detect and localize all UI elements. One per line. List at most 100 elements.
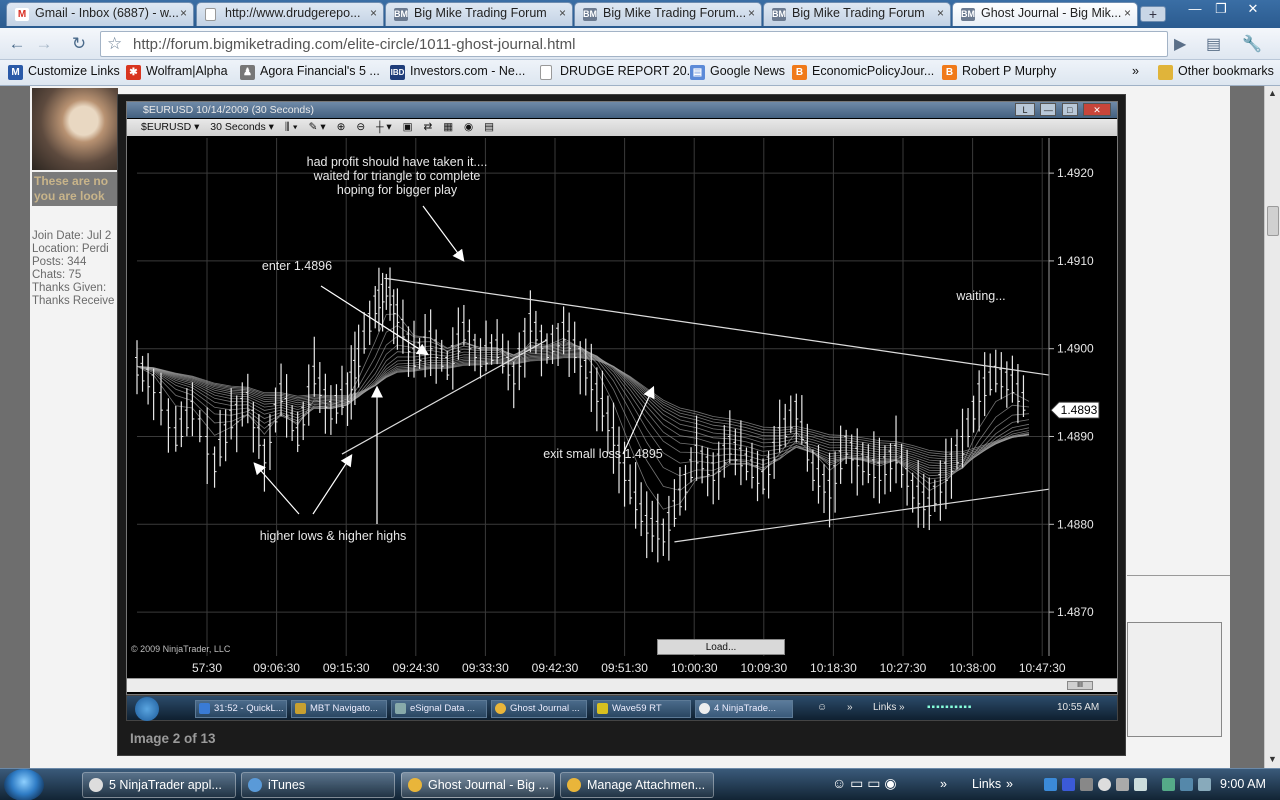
go-icon[interactable]: ▶	[1174, 34, 1186, 54]
price-tick-label: 1.4920	[1057, 166, 1094, 180]
tray-network-icon[interactable]	[1044, 778, 1057, 791]
tab-ghost-journal[interactable]: BM Ghost Journal - Big Mik... ×	[952, 2, 1138, 26]
draw-tool-icon[interactable]: ✎ ▾	[309, 119, 326, 136]
tray-icon[interactable]	[1080, 778, 1093, 791]
page-icon	[540, 65, 552, 80]
bookmark-investors[interactable]: IBD Investors.com - Ne...	[390, 64, 525, 82]
tab-bmt-3[interactable]: BM Big Mike Trading Forum ×	[763, 2, 951, 26]
tab-bmt-1[interactable]: BM Big Mike Trading Forum ×	[385, 2, 573, 26]
other-bookmarks[interactable]: Other bookmarks	[1158, 64, 1274, 82]
start-orb-icon[interactable]	[4, 769, 44, 800]
page-scrollbar[interactable]: ▲ ▼	[1264, 86, 1280, 768]
close-icon[interactable]: ✕	[1083, 103, 1111, 116]
links-overflow-icon[interactable]: »	[1006, 777, 1013, 791]
app-icon	[295, 703, 306, 714]
inner-task-wave59[interactable]: Wave59 RT	[593, 700, 691, 718]
minimize-icon[interactable]: —	[1040, 103, 1057, 116]
bars-type-icon[interactable]: ⫼ ▾	[285, 119, 298, 136]
close-icon[interactable]: ×	[370, 6, 377, 20]
divider	[1127, 575, 1230, 576]
close-icon[interactable]: ×	[559, 6, 566, 20]
data-box-icon[interactable]: ◉	[464, 119, 473, 136]
load-button[interactable]: Load...	[657, 639, 785, 655]
bookmark-robert-murphy[interactable]: B Robert P Murphy	[942, 64, 1056, 82]
links-toolbar[interactable]: Links	[972, 777, 1001, 791]
chart-scrollbar[interactable]: III	[127, 678, 1117, 692]
chart-scroll-thumb[interactable]: III	[1067, 681, 1093, 690]
wrench-icon[interactable]: 🔧	[1242, 34, 1262, 54]
instrument-select[interactable]: $EURUSD ▾	[141, 119, 199, 136]
task-manage-attachments[interactable]: Manage Attachmen...	[560, 772, 714, 798]
inner-task-mbt[interactable]: MBT Navigato...	[291, 700, 387, 718]
price-tick-label: 1.4880	[1057, 517, 1094, 531]
task-ninjatrader[interactable]: 5 NinjaTrader appl...	[82, 772, 236, 798]
agora-icon: ♟	[240, 65, 255, 80]
url-input[interactable]	[101, 32, 1101, 56]
back-icon[interactable]: ←	[5, 33, 29, 55]
tray-icon[interactable]	[1134, 778, 1147, 791]
start-orb-icon[interactable]	[135, 697, 159, 721]
reload-icon[interactable]: ↻	[67, 33, 91, 55]
blogger-icon: B	[942, 65, 957, 80]
bookmark-economic-policy[interactable]: B EconomicPolicyJour...	[792, 64, 934, 82]
volume-icon[interactable]	[1198, 778, 1211, 791]
tray-icon[interactable]	[1116, 778, 1129, 791]
minimize-icon[interactable]: —	[1182, 0, 1208, 18]
tab-bmt-2[interactable]: BM Big Mike Trading Forum... ×	[574, 2, 762, 26]
inner-task-ghost-journal[interactable]: Ghost Journal ...	[491, 700, 587, 718]
address-bar[interactable]: ☆	[100, 31, 1168, 57]
indicators-icon[interactable]: ⇄	[423, 119, 432, 136]
tray-monitor-icon[interactable]	[1180, 778, 1193, 791]
inner-links-toolbar[interactable]: Links	[873, 702, 896, 713]
inner-task-esignal[interactable]: eSignal Data ...	[391, 700, 487, 718]
chart-toolbar: $EURUSD ▾ 30 Seconds ▾ ⫼ ▾ ✎ ▾ ⊕ ⊖ ┼ ▾ ▣…	[127, 119, 1117, 136]
quicklaunch-icon[interactable]: ☺	[817, 702, 827, 713]
moving-average-line	[136, 356, 1030, 455]
time-tick-label: 09:15:30	[323, 661, 370, 675]
bookmark-agora[interactable]: ♟ Agora Financial's 5 ...	[240, 64, 380, 82]
task-ghost-journal[interactable]: Ghost Journal - Big ...	[401, 772, 555, 798]
task-itunes[interactable]: iTunes	[241, 772, 395, 798]
close-icon[interactable]: ×	[1124, 6, 1131, 20]
tray-bluetooth-icon[interactable]	[1062, 778, 1075, 791]
quicklaunch-icons[interactable]: ☺ ▭ ▭ ◉	[832, 775, 897, 792]
chart-trader-icon[interactable]: ▤	[484, 119, 494, 136]
bookmark-google-news[interactable]: ▤ Google News	[690, 64, 785, 82]
crosshair-icon[interactable]: ┼ ▾	[376, 119, 392, 136]
inner-links-overflow-icon[interactable]: »	[899, 702, 905, 713]
price-chart[interactable]: 1.4920 1.4910 1.4900 1.4890 1.4880 1.4870 1.48…	[127, 136, 1117, 678]
bookmark-customize-links[interactable]: M Customize Links	[8, 64, 120, 82]
taskbar-overflow-icon[interactable]: »	[940, 777, 947, 791]
price-tick-label: 1.4890	[1057, 430, 1094, 444]
restore-icon[interactable]: ❐	[1208, 0, 1234, 18]
interval-select[interactable]: 30 Seconds ▾	[210, 119, 274, 136]
properties-icon[interactable]: ▣	[403, 119, 413, 136]
close-window-icon[interactable]: ✕	[1240, 0, 1266, 18]
scroll-up-icon[interactable]: ▲	[1265, 86, 1280, 101]
inner-overflow-icon[interactable]: »	[847, 702, 853, 713]
close-icon[interactable]: ×	[748, 6, 755, 20]
page-menu-icon[interactable]: ▤	[1206, 34, 1221, 54]
inner-task-quicklook[interactable]: 31:52 - QuickL...	[195, 700, 287, 718]
bookmark-wolfram[interactable]: ✱ Wolfram|Alpha	[126, 64, 228, 82]
zoom-out-icon[interactable]: ⊖	[356, 119, 365, 136]
scroll-thumb[interactable]	[1267, 206, 1279, 236]
bookmark-drudge[interactable]: DRUDGE REPORT 20...	[540, 64, 697, 82]
close-icon[interactable]: ×	[180, 6, 187, 20]
link-button[interactable]: L	[1014, 103, 1035, 116]
star-icon[interactable]: ☆	[107, 34, 122, 54]
forward-icon[interactable]: →	[32, 33, 56, 55]
tab-drudge[interactable]: http://www.drudgerepo... ×	[196, 2, 384, 26]
chart-title: $EURUSD 10/14/2009 (30 Seconds)	[127, 102, 1117, 118]
tab-gmail[interactable]: M Gmail - Inbox (6887) - w... ×	[6, 2, 194, 26]
bookmarks-overflow-icon[interactable]: »	[1132, 64, 1139, 82]
strategies-icon[interactable]: ▦	[443, 119, 453, 136]
close-icon[interactable]: ×	[937, 6, 944, 20]
maximize-icon[interactable]: □	[1061, 103, 1078, 116]
tray-icon[interactable]	[1162, 778, 1175, 791]
inner-task-ninjatrader[interactable]: 4 NinjaTrade...	[695, 700, 793, 718]
tray-icon[interactable]	[1098, 778, 1111, 791]
new-tab-button[interactable]: +	[1140, 6, 1166, 22]
scroll-down-icon[interactable]: ▼	[1265, 752, 1280, 767]
zoom-in-icon[interactable]: ⊕	[337, 119, 346, 136]
